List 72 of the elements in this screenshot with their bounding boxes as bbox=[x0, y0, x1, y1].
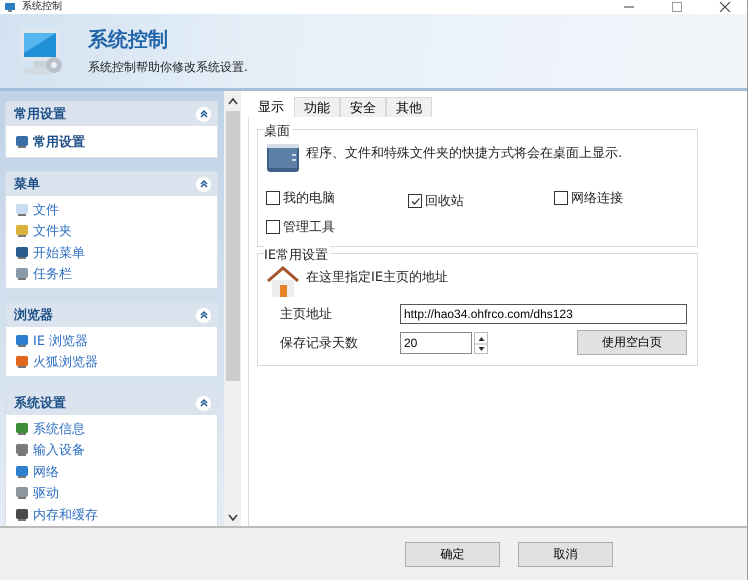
sidebar-item[interactable]: 文件 bbox=[14, 199, 211, 220]
collapse-button[interactable] bbox=[196, 396, 211, 410]
sidebar-item[interactable]: 常用设置 bbox=[14, 129, 211, 154]
field-label: 保存记录天数 bbox=[280, 334, 359, 352]
group-title: 系统设置 bbox=[14, 394, 66, 412]
collapse-button[interactable] bbox=[196, 308, 211, 322]
checkbox-label: 回收站 bbox=[425, 193, 464, 210]
close-icon bbox=[719, 2, 731, 12]
item-icon bbox=[14, 442, 30, 458]
ok-button[interactable]: 确定 bbox=[405, 542, 500, 566]
double-chevron-icon bbox=[198, 179, 208, 189]
sidebar-item[interactable]: 文件夹 bbox=[14, 220, 211, 242]
checkbox-label: 我的电脑 bbox=[283, 190, 335, 207]
tab[interactable]: 安全 bbox=[340, 97, 386, 117]
tab[interactable]: 功能 bbox=[294, 97, 340, 117]
app-icon bbox=[4, 1, 16, 13]
group-title: 常用设置 bbox=[14, 106, 66, 123]
number-field[interactable]: 20 bbox=[400, 332, 472, 354]
double-chevron-icon bbox=[198, 398, 208, 408]
sidebar-item[interactable]: 网络 bbox=[14, 461, 211, 482]
double-chevron-icon bbox=[198, 109, 208, 119]
item-icon bbox=[14, 266, 30, 282]
description-text: 在这里指定IE主页的地址 bbox=[306, 269, 448, 286]
sidebar-item[interactable]: 开始菜单 bbox=[14, 242, 211, 264]
scrollbar[interactable] bbox=[224, 91, 241, 526]
item-icon bbox=[14, 223, 30, 240]
sidebar-item[interactable]: 驱动 bbox=[14, 482, 211, 504]
tab[interactable]: 其他 bbox=[386, 97, 432, 117]
sidebar-item[interactable]: 输入设备 bbox=[14, 440, 211, 461]
desktop-icon bbox=[266, 142, 300, 174]
item-icon bbox=[14, 202, 30, 218]
checkbox[interactable] bbox=[408, 194, 422, 208]
house-icon bbox=[266, 266, 300, 298]
scroll-thumb[interactable] bbox=[226, 111, 240, 381]
sidebar-item[interactable]: 内存和缓存 bbox=[14, 504, 211, 526]
group-title: 菜单 bbox=[14, 176, 40, 193]
item-icon bbox=[14, 485, 30, 502]
checkmark-icon bbox=[410, 196, 420, 206]
group-title: 浏览器 bbox=[14, 306, 53, 324]
blank-page-button[interactable]: 使用空白页 bbox=[577, 330, 687, 355]
input-field[interactable]: http://hao34.ohfrco.com/dhs123 bbox=[400, 304, 687, 324]
item-icon bbox=[14, 134, 30, 150]
checkbox-label: 管理工具 bbox=[283, 219, 335, 236]
item-icon bbox=[14, 506, 30, 523]
spin-buttons[interactable] bbox=[474, 332, 488, 354]
maximize-icon bbox=[671, 2, 683, 12]
double-chevron-icon bbox=[198, 310, 208, 320]
checkbox-label: 网络连接 bbox=[571, 190, 623, 207]
item-icon bbox=[14, 332, 30, 349]
description-text: 程序、文件和特殊文件夹的快捷方式将会在桌面上显示. bbox=[306, 145, 622, 162]
sidebar-item[interactable]: 火狐浏览器 bbox=[14, 352, 211, 373]
checkbox[interactable] bbox=[266, 220, 280, 234]
cancel-button[interactable]: 取消 bbox=[518, 542, 613, 566]
checkbox[interactable] bbox=[266, 191, 280, 205]
collapse-button[interactable] bbox=[196, 106, 211, 122]
sidebar-item[interactable]: 系统信息 bbox=[14, 418, 211, 440]
group-title: IE常用设置 bbox=[264, 246, 330, 264]
header-title: 系统控制 bbox=[88, 26, 169, 53]
field-label: 主页地址 bbox=[280, 306, 333, 323]
sidebar-item[interactable]: 任务栏 bbox=[14, 264, 211, 285]
collapse-button[interactable] bbox=[196, 176, 211, 192]
item-icon bbox=[14, 464, 30, 480]
scroll-down-icon bbox=[228, 514, 238, 522]
scroll-up-icon bbox=[228, 97, 238, 105]
item-icon bbox=[14, 244, 30, 261]
sidebar-item[interactable]: IE 浏览器 bbox=[14, 330, 211, 352]
group-title: 桌面 bbox=[264, 122, 292, 140]
item-icon bbox=[14, 354, 30, 370]
window-title: 系统控制 bbox=[22, 1, 62, 13]
item-icon bbox=[14, 420, 30, 437]
header-subtitle: 系统控制帮助你修改系统设置. bbox=[88, 59, 248, 76]
checkbox[interactable] bbox=[554, 191, 568, 205]
